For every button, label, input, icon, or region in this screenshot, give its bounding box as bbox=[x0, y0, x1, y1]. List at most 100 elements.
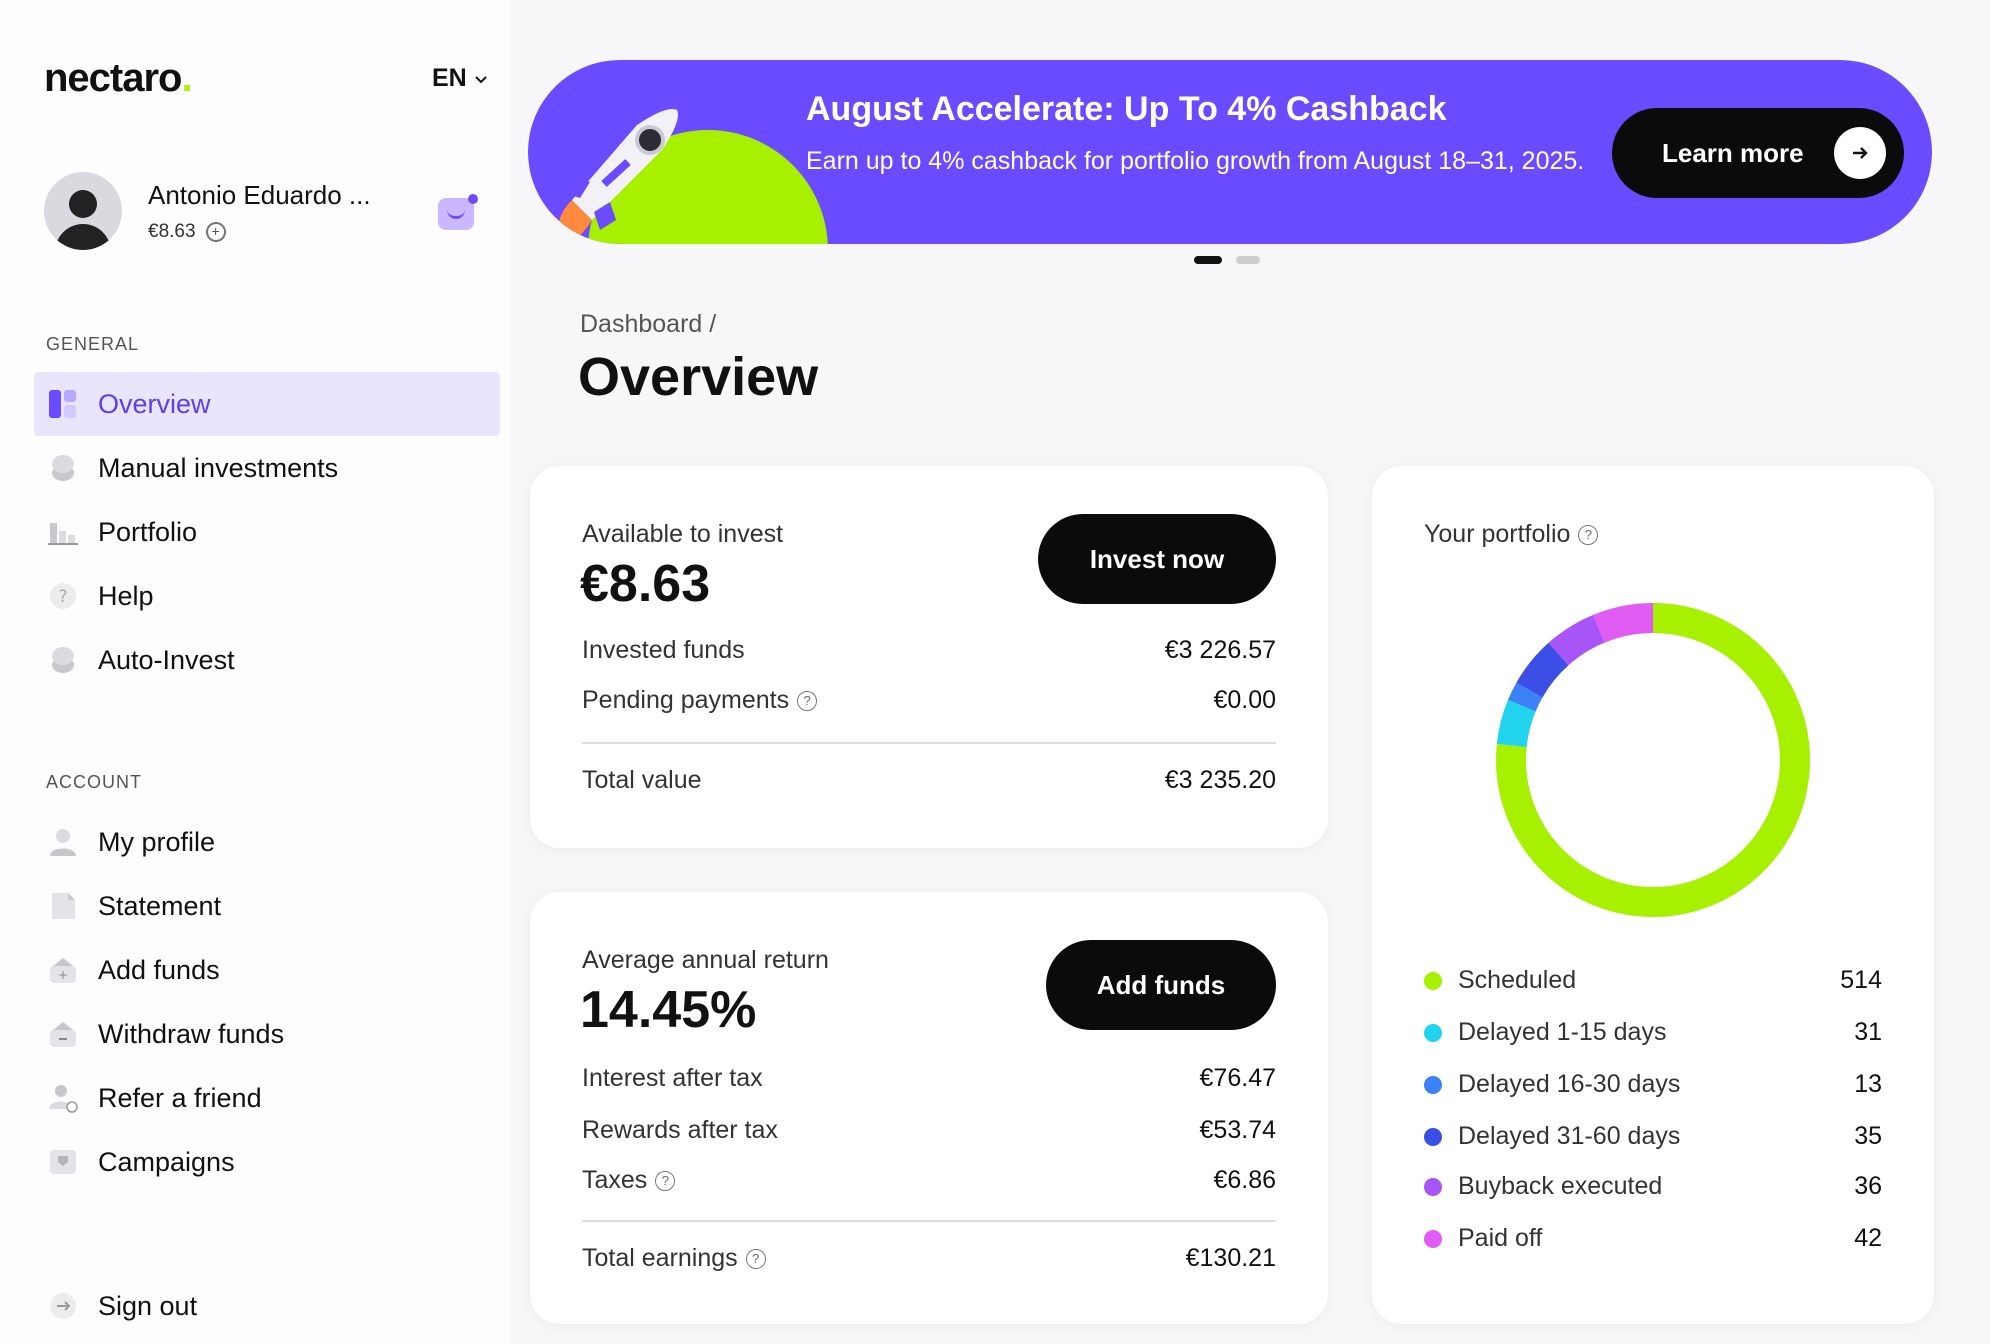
question-icon: ? bbox=[48, 581, 78, 611]
available-label: Available to invest bbox=[582, 520, 784, 548]
breadcrumb[interactable]: Dashboard / bbox=[580, 310, 716, 339]
legend-label: Paid off bbox=[1458, 1224, 1543, 1252]
legend-value: 36 bbox=[1854, 1172, 1882, 1200]
rocket-icon bbox=[558, 109, 678, 241]
sidebar-item-statement[interactable]: Statement bbox=[34, 874, 500, 938]
return-value: 14.45% bbox=[580, 981, 757, 1039]
sidebar-item-label: Help bbox=[98, 580, 154, 611]
taxes-row: Taxes? €6.86 bbox=[582, 1166, 1276, 1195]
sidebar-item-auto-invest[interactable]: Auto-Invest bbox=[34, 628, 500, 692]
row-value: €53.74 bbox=[1199, 1116, 1276, 1144]
sidebar-item-manual-investments[interactable]: Manual investments bbox=[34, 436, 500, 500]
logo-dot: . bbox=[181, 56, 193, 100]
promo-banner[interactable]: August Accelerate: Up To 4% Cashback Ear… bbox=[528, 60, 1932, 244]
general-nav: Overview Manual investments Portfolio ? … bbox=[34, 372, 500, 692]
divider bbox=[582, 1220, 1276, 1222]
available-value: €8.63 bbox=[580, 555, 711, 613]
invest-now-button[interactable]: Invest now bbox=[1038, 514, 1276, 604]
nectaro-logo[interactable]: nectaro. bbox=[44, 56, 193, 101]
row-label: Total earnings bbox=[582, 1244, 738, 1272]
help-icon[interactable]: ? bbox=[797, 690, 818, 711]
sidebar-item-label: Campaigns bbox=[98, 1146, 235, 1177]
coins-icon bbox=[48, 453, 78, 483]
legend-dot-icon bbox=[1424, 1075, 1442, 1094]
legend-item[interactable]: Scheduled 514 bbox=[1424, 966, 1882, 995]
page-title: Overview bbox=[578, 347, 819, 407]
user-add-icon bbox=[48, 1083, 78, 1113]
sidebar-item-my-profile[interactable]: My profile bbox=[34, 810, 500, 874]
sidebar-item-refer-a-friend[interactable]: Refer a friend bbox=[34, 1066, 500, 1130]
add-funds-plus-icon[interactable]: + bbox=[205, 221, 226, 242]
help-icon[interactable]: ? bbox=[745, 1248, 766, 1269]
language-selector[interactable]: EN bbox=[432, 64, 489, 93]
user-name: Antonio Eduardo ... bbox=[148, 179, 371, 210]
sidebar-item-label: My profile bbox=[98, 826, 216, 857]
inbox-icon[interactable] bbox=[438, 194, 478, 230]
sidebar-item-label: Refer a friend bbox=[98, 1082, 262, 1113]
user-balance: €8.63 bbox=[148, 220, 196, 242]
document-icon bbox=[48, 891, 78, 921]
legend-label: Scheduled bbox=[1458, 966, 1577, 994]
row-value: €3 235.20 bbox=[1164, 766, 1276, 794]
legend-item[interactable]: Buyback executed 36 bbox=[1424, 1172, 1882, 1201]
arrow-right-icon bbox=[1834, 127, 1886, 179]
total-earnings-row: Total earnings? €130.21 bbox=[582, 1244, 1276, 1273]
sidebar: nectaro. EN Antonio Eduardo ... €8.63 + … bbox=[0, 0, 510, 1344]
carousel-dot[interactable] bbox=[1236, 256, 1260, 264]
legend-dot-icon bbox=[1424, 1229, 1442, 1248]
sign-out-nav: Sign out bbox=[34, 1274, 500, 1338]
svg-text:?: ? bbox=[58, 587, 67, 607]
sidebar-item-portfolio[interactable]: Portfolio bbox=[34, 500, 500, 564]
banner-text: Earn up to 4% cashback for portfolio gro… bbox=[806, 147, 1585, 175]
sidebar-item-label: Statement bbox=[98, 890, 222, 921]
available-to-invest-card: Available to invest €8.63 Invest now Inv… bbox=[530, 466, 1328, 848]
row-value: €130.21 bbox=[1185, 1244, 1276, 1272]
legend-item[interactable]: Delayed 1-15 days 31 bbox=[1424, 1018, 1882, 1047]
sidebar-item-label: Overview bbox=[98, 388, 211, 419]
user-profile[interactable]: Antonio Eduardo ... €8.63 + bbox=[44, 172, 371, 250]
sidebar-item-withdraw-funds[interactable]: Withdraw funds bbox=[34, 1002, 500, 1066]
rewards-row: Rewards after tax €53.74 bbox=[582, 1116, 1276, 1145]
help-icon[interactable]: ? bbox=[655, 1170, 676, 1191]
sidebar-item-label: Auto-Invest bbox=[98, 644, 235, 675]
legend-value: 42 bbox=[1854, 1224, 1882, 1252]
dashboard-icon bbox=[48, 389, 78, 419]
learn-more-button[interactable]: Learn more bbox=[1612, 108, 1904, 198]
sidebar-item-add-funds[interactable]: + Add funds bbox=[34, 938, 500, 1002]
row-value: €0.00 bbox=[1213, 686, 1276, 714]
legend-item[interactable]: Delayed 31-60 days 35 bbox=[1424, 1122, 1882, 1151]
bar-chart-icon bbox=[48, 517, 78, 547]
row-label: Invested funds bbox=[582, 636, 745, 664]
sign-out-icon bbox=[48, 1291, 78, 1321]
sidebar-item-label: Manual investments bbox=[98, 452, 339, 483]
legend-label: Delayed 31-60 days bbox=[1458, 1122, 1681, 1150]
legend-label: Delayed 1-15 days bbox=[1458, 1018, 1667, 1046]
legend-item[interactable]: Paid off 42 bbox=[1424, 1224, 1882, 1253]
legend-dot-icon bbox=[1424, 1177, 1442, 1196]
sidebar-item-campaigns[interactable]: Campaigns bbox=[34, 1130, 500, 1194]
sidebar-item-help[interactable]: ? Help bbox=[34, 564, 500, 628]
row-value: €76.47 bbox=[1199, 1064, 1276, 1092]
row-value: €3 226.57 bbox=[1164, 636, 1276, 664]
add-funds-button[interactable]: Add funds bbox=[1046, 940, 1276, 1030]
row-label: Rewards after tax bbox=[582, 1116, 778, 1144]
sidebar-item-label: Withdraw funds bbox=[98, 1018, 285, 1049]
sign-out-button[interactable]: Sign out bbox=[34, 1274, 500, 1338]
invested-funds-row: Invested funds €3 226.57 bbox=[582, 636, 1276, 665]
language-label: EN bbox=[432, 64, 467, 92]
row-label: Taxes bbox=[582, 1166, 648, 1194]
total-value-row: Total value €3 235.20 bbox=[582, 766, 1276, 795]
account-section-label: ACCOUNT bbox=[46, 772, 142, 792]
carousel-dot-active[interactable] bbox=[1194, 256, 1222, 264]
coins-icon bbox=[48, 645, 78, 675]
wallet-plus-icon: + bbox=[48, 955, 78, 985]
portfolio-card: Your portfolio ? Scheduled 514 Delayed 1-1… bbox=[1372, 466, 1934, 1324]
sidebar-item-overview[interactable]: Overview bbox=[34, 372, 500, 436]
legend-value: 514 bbox=[1840, 966, 1882, 994]
legend-dot-icon bbox=[1424, 971, 1442, 990]
divider bbox=[582, 742, 1276, 744]
legend-item[interactable]: Delayed 16-30 days 13 bbox=[1424, 1070, 1882, 1099]
help-icon[interactable]: ? bbox=[1578, 524, 1599, 545]
row-label: Pending payments bbox=[582, 686, 790, 714]
interest-row: Interest after tax €76.47 bbox=[582, 1064, 1276, 1093]
